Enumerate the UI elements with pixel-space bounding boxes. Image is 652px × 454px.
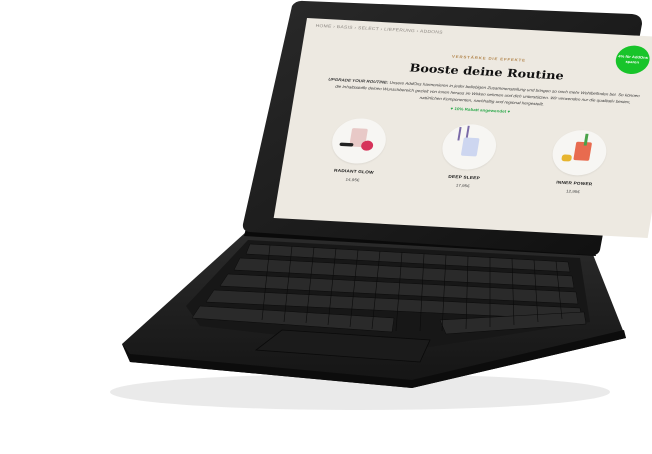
lavender-icon [465, 125, 470, 138]
laptop-screen: HOME › BASIS › SELECT › LIEFERUNG › ADDO… [273, 18, 652, 238]
product-card-radiant-glow[interactable]: RADIANT GLOW 14,95€ [308, 116, 407, 184]
ginger-icon [561, 154, 573, 162]
dragonfruit-icon [360, 140, 374, 151]
product-image-deep-sleep[interactable] [438, 122, 500, 171]
addon-discount-badge: 4% für AddOns sparen [613, 44, 652, 75]
product-price: 12,95€ [565, 189, 581, 194]
product-image-inner-power[interactable] [549, 128, 610, 177]
lavender-icon [457, 127, 462, 141]
product-image-radiant-glow[interactable] [328, 117, 390, 165]
product-price: 17,95€ [455, 183, 471, 189]
product-price: 14,95€ [345, 177, 360, 183]
product-card-inner-power[interactable]: INNER POWER 12,95€ [528, 128, 627, 196]
breadcrumb[interactable]: HOME › BASIS › SELECT › LIEFERUNG › ADDO… [315, 24, 443, 36]
laptop-mockup: HOME › BASIS › SELECT › LIEFERUNG › ADDO… [0, 0, 652, 454]
package-icon [460, 137, 480, 157]
berries-icon [339, 142, 354, 147]
product-list: RADIANT GLOW 14,95€ DEEP SLEEP 17,95€ IN… [302, 116, 645, 233]
product-card-deep-sleep[interactable]: DEEP SLEEP 17,95€ [418, 122, 517, 190]
